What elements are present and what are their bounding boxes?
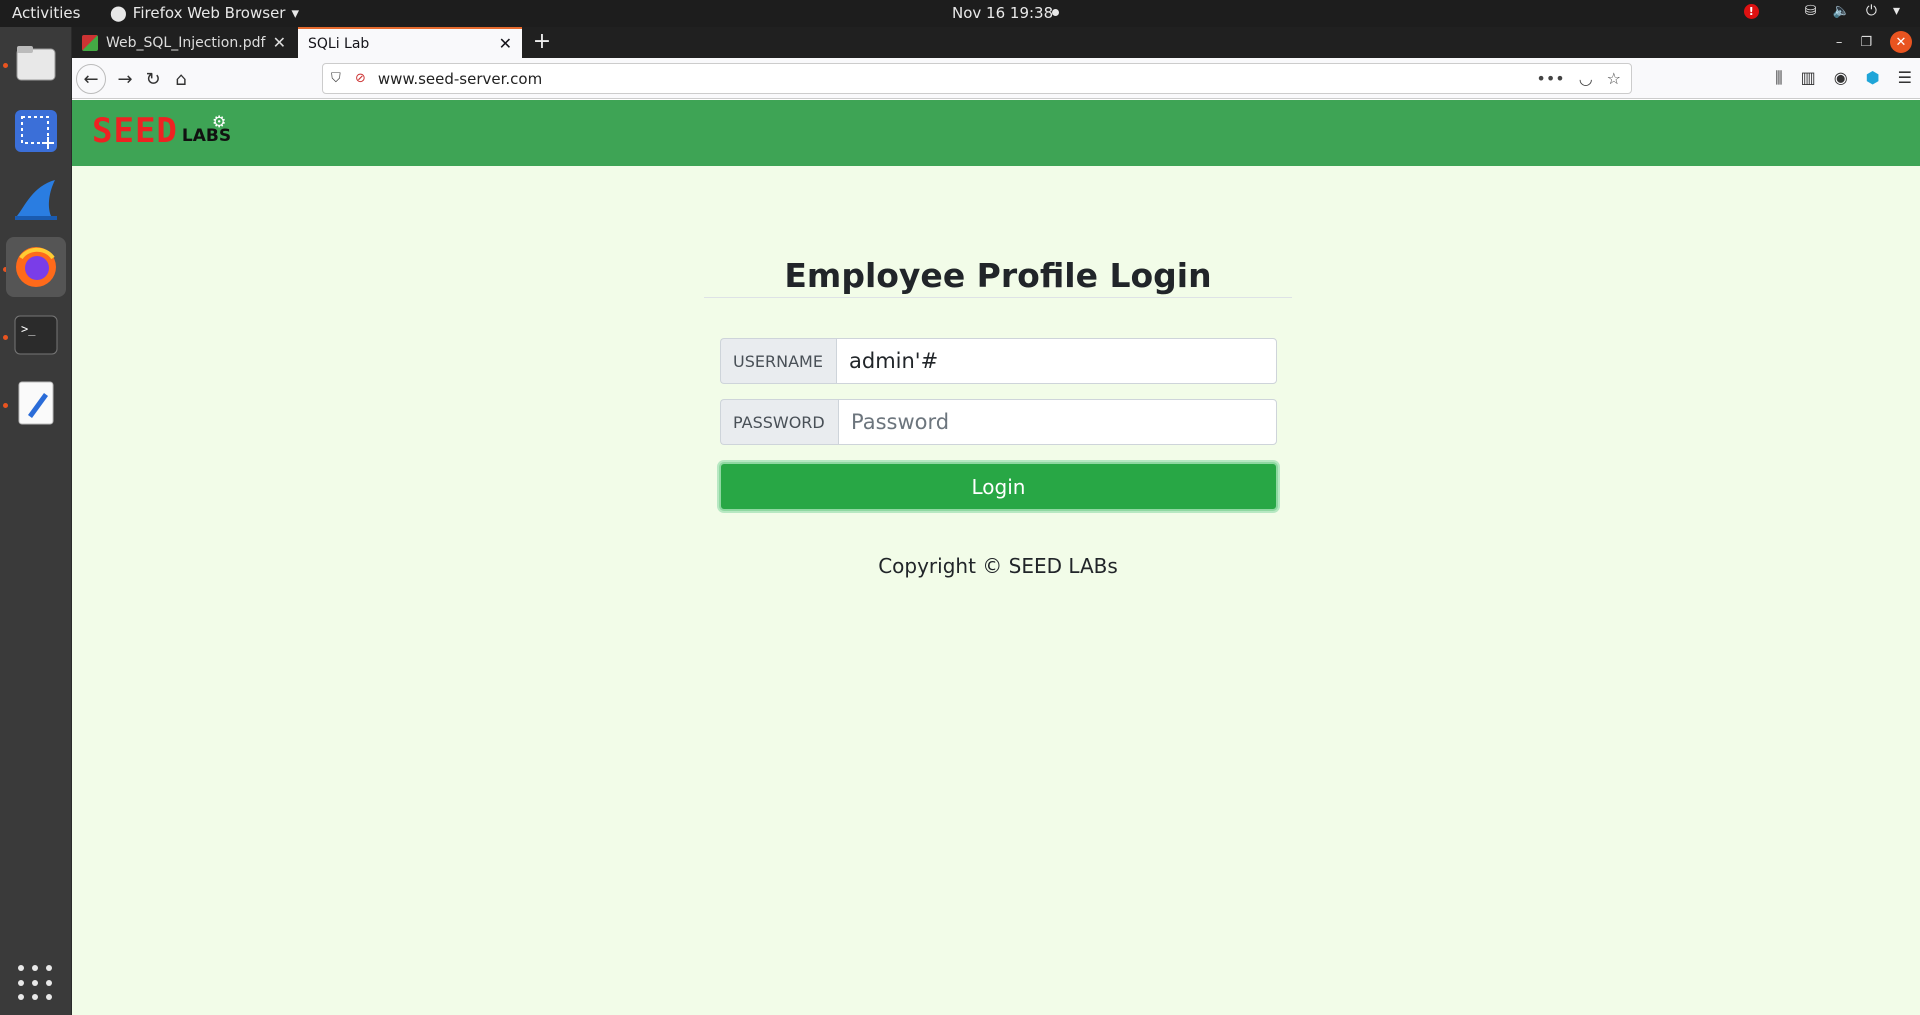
system-top-bar: Activities ⬤ Firefox Web Browser ▾ Nov 1… [0,0,1920,27]
show-apps-icon[interactable] [18,965,54,1001]
app-menu-label: Firefox Web Browser [132,4,286,22]
screenshot-icon[interactable] [6,101,66,161]
sidebar-icon[interactable]: ▥ [1801,68,1816,88]
account-icon[interactable]: ◉ [1834,68,1848,88]
files-icon[interactable] [6,33,66,93]
bookmark-star-icon[interactable]: ☆ [1607,69,1621,88]
url-bar[interactable]: ⛉ ⊘ www.seed-server.com ••• ◡ ☆ [322,63,1632,94]
page-title: Employee Profile Login [704,180,1292,298]
menu-icon[interactable]: ☰ [1898,68,1912,88]
password-input[interactable]: Password [838,399,1277,445]
insecure-lock-icon[interactable]: ⊘ [355,71,366,86]
password-group: PASSWORD Password [720,399,1277,445]
username-label: USERNAME [720,338,836,384]
clock[interactable]: Nov 16 19:38 [952,4,1053,22]
close-icon[interactable]: ✕ [499,34,512,53]
power-icon: ⏻ [1865,3,1877,19]
username-group: USERNAME admin'# [720,338,1277,384]
system-tray[interactable]: ! ⛁ 🔈 ⏻ ▾ [1743,3,1900,19]
volume-icon: 🔈 [1832,3,1850,19]
firefox-icon: ⬤ [110,4,127,22]
firefox-icon[interactable] [6,237,66,297]
activities-button[interactable]: Activities [12,4,80,22]
password-label: PASSWORD [720,399,838,445]
url-text[interactable]: www.seed-server.com [378,70,542,88]
notification-dot [1052,9,1059,16]
library-icon[interactable]: ⫼ [1775,68,1782,88]
firefox-window: Web_SQL_Injection.pdf ✕ SQLi Lab ✕ + – ❐… [72,27,1920,1015]
dock: >_ [0,27,72,1015]
text-editor-icon[interactable] [6,373,66,433]
web-page: SEED LABS ⚙ Employee Profile Login USERN… [72,100,1920,1015]
restore-icon[interactable]: ❐ [1860,35,1872,50]
site-header: SEED LABS ⚙ [72,100,1920,166]
chevron-down-icon: ▾ [291,4,299,22]
extension-icon[interactable]: ⬢ [1866,68,1880,88]
page-actions-icon[interactable]: ••• [1536,69,1564,88]
forward-button[interactable]: → [110,64,140,94]
gear-icon: ⚙ [212,112,227,131]
home-button[interactable]: ⌂ [166,64,196,94]
login-button[interactable]: Login [719,462,1278,511]
tab-label: SQLi Lab [308,35,370,52]
username-input[interactable]: admin'# [836,338,1277,384]
tab-sqli-lab[interactable]: SQLi Lab ✕ [298,27,522,58]
tab-pdf[interactable]: Web_SQL_Injection.pdf ✕ [72,27,296,58]
minimize-icon[interactable]: – [1836,35,1843,50]
tracking-shield-icon[interactable]: ⛉ [331,71,345,86]
pocket-icon[interactable]: ◡ [1579,69,1593,88]
login-panel: Employee Profile Login USERNAME admin'# … [704,180,1292,578]
tab-bar: Web_SQL_Injection.pdf ✕ SQLi Lab ✕ + – ❐… [72,27,1920,58]
app-menu[interactable]: ⬤ Firefox Web Browser ▾ [110,4,299,22]
svg-text:>_: >_ [21,322,36,336]
pdf-icon [82,34,98,51]
close-icon[interactable]: ✕ [273,33,286,52]
new-tab-button[interactable]: + [528,29,556,54]
logo-seed-text: SEED [92,111,178,151]
chevron-down-icon: ▾ [1892,3,1900,19]
tab-label: Web_SQL_Injection.pdf [106,34,266,51]
terminal-icon[interactable]: >_ [6,305,66,365]
close-window-button[interactable]: ✕ [1890,31,1912,53]
network-icon: ⛁ [1804,3,1817,19]
toolbar-right: ⫼ ▥ ◉ ⬢ ☰ [1775,68,1912,88]
seed-labs-logo[interactable]: SEED LABS ⚙ [92,111,231,151]
window-controls: – ❐ ✕ [1836,31,1912,53]
navigation-bar: ← → ↻ ⌂ ⛉ ⊘ www.seed-server.com ••• ◡ ☆ … [72,58,1920,99]
alert-icon[interactable]: ! [1743,3,1759,19]
copyright-text: Copyright © SEED LABs [878,554,1118,578]
back-button[interactable]: ← [76,64,106,94]
reload-button[interactable]: ↻ [138,64,168,94]
wireshark-icon[interactable] [6,169,66,229]
